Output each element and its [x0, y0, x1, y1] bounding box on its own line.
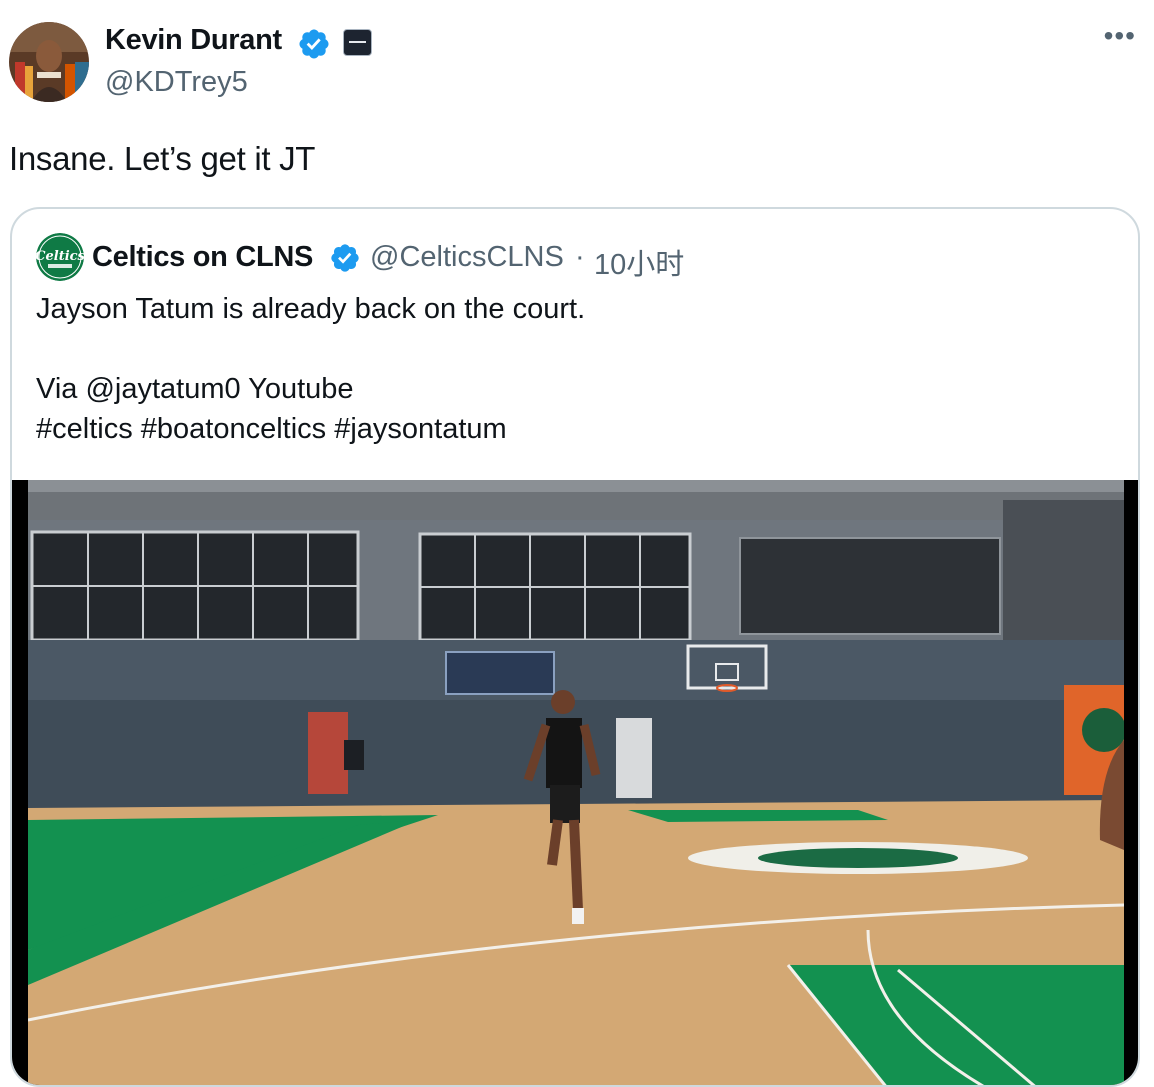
- quoted-text-line: Jayson Tatum is already back on the cour…: [36, 293, 586, 325]
- quoted-text-line: Via @jaytatum0 Youtube: [36, 373, 354, 405]
- quoted-tweet-card[interactable]: Celtics Celtics on CLNS @CelticsCLNS · 1…: [10, 207, 1140, 1087]
- svg-text:Celtics: Celtics: [36, 249, 84, 264]
- tweet-text: Insane. Let’s get it JT: [9, 140, 316, 177]
- quoted-timestamp[interactable]: 10小时: [594, 241, 684, 283]
- author-name[interactable]: Kevin Durant: [105, 24, 282, 57]
- quoted-verified-badge-icon: [331, 244, 359, 272]
- video-frame-gym: [28, 480, 1124, 1085]
- video-player[interactable]: [12, 480, 1138, 1085]
- meta-separator: ·: [575, 241, 585, 273]
- more-options-icon[interactable]: •••: [1104, 20, 1136, 52]
- quoted-author-name[interactable]: Celtics on CLNS: [92, 241, 313, 274]
- quoted-author-avatar[interactable]: Celtics: [36, 233, 84, 281]
- affiliate-badge-icon[interactable]: [343, 29, 372, 56]
- author-avatar-image: [9, 22, 89, 102]
- author-handle[interactable]: @KDTrey5: [105, 66, 248, 99]
- verified-badge-icon: [299, 29, 329, 59]
- author-avatar[interactable]: [9, 22, 89, 102]
- celtics-logo-icon: Celtics: [36, 233, 84, 281]
- quoted-hashtags[interactable]: #celtics #boatonceltics #jaysontatum: [36, 413, 507, 446]
- quoted-author-handle[interactable]: @CelticsCLNS: [370, 241, 564, 274]
